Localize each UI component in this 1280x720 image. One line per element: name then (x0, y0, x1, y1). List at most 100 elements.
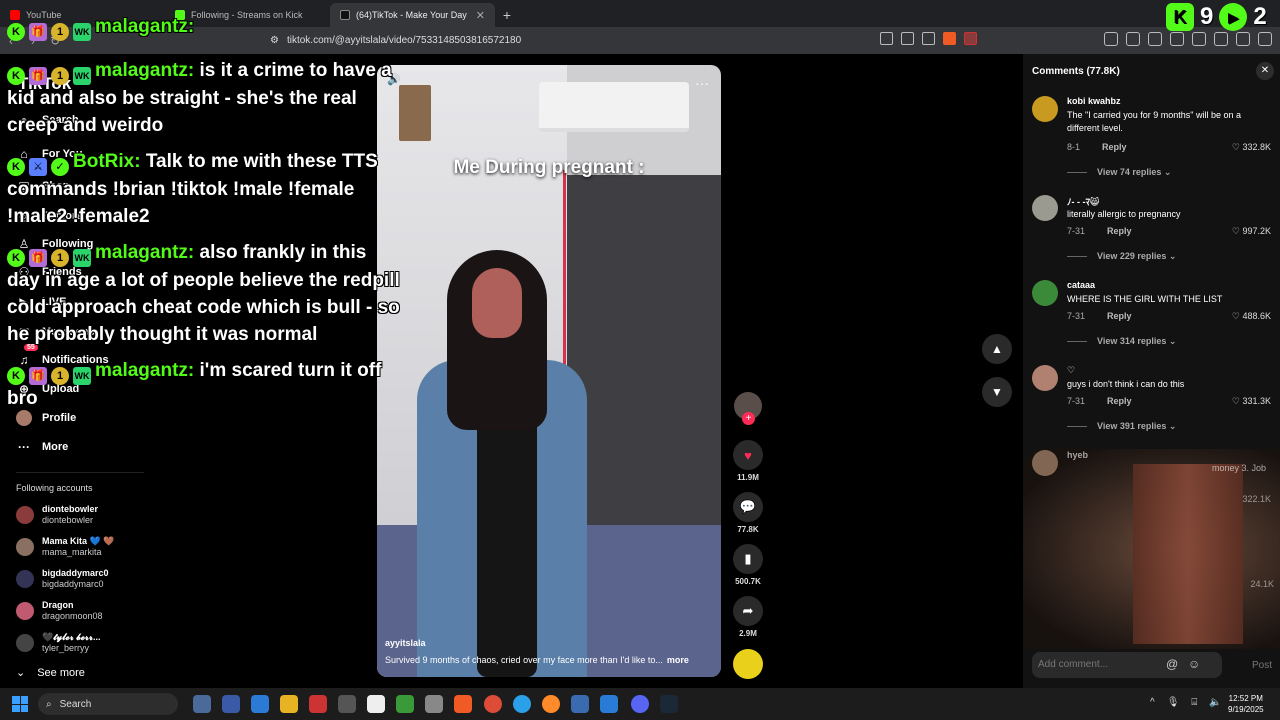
leo-icon[interactable] (1214, 32, 1228, 46)
comment-likes[interactable]: 322.1K (1242, 494, 1271, 504)
view-replies-button[interactable]: View 391 replies ⌄ (1067, 421, 1176, 432)
screen: YouTube Following - Streams on Kick (64)… (0, 0, 1280, 720)
sidebar-item-profile[interactable]: Profile (16, 410, 76, 426)
video-player[interactable]: 🔊 ··· Me During pregnant : ayyitslala Su… (377, 65, 721, 677)
app-icon[interactable] (309, 695, 327, 713)
video-username[interactable]: ayyitslala (385, 638, 426, 648)
comment-user[interactable]: ♡ (1067, 365, 1075, 376)
rewards-icon[interactable] (964, 32, 977, 45)
chrome-icon[interactable] (484, 695, 502, 713)
follow-plus-icon[interactable]: + (742, 412, 755, 425)
comment-user[interactable]: hyeb (1067, 450, 1088, 460)
avatar (16, 538, 34, 556)
comment-likes[interactable]: ♡ 332.8K (1232, 142, 1271, 153)
taskbar-search[interactable]: ⌕ Search (38, 693, 178, 715)
firefox-icon[interactable] (542, 695, 560, 713)
wk-badge-icon: WK (73, 249, 91, 267)
discord-icon[interactable] (631, 695, 649, 713)
chat-username: malagantz: (95, 60, 195, 81)
avatar[interactable] (1032, 280, 1058, 306)
video-caption: Survived 9 months of chaos, cried over m… (385, 655, 689, 665)
save-button[interactable]: ▮ 500.7K (733, 544, 763, 586)
comment-likes[interactable]: ♡ 997.2K (1232, 226, 1271, 237)
steam-icon[interactable] (660, 695, 678, 713)
next-video-button[interactable]: ▼ (982, 377, 1012, 407)
author-avatar[interactable]: + (733, 392, 763, 425)
reply-button[interactable]: Reply (1107, 396, 1132, 406)
taskbar-clock[interactable]: 12:52 PM 9/19/2025 (1228, 693, 1264, 715)
edge-icon[interactable] (513, 695, 531, 713)
comment-user[interactable]: cataaa (1067, 280, 1095, 290)
close-icon[interactable]: ✕ (1256, 62, 1274, 80)
comment-user[interactable]: ﾉ- - -ﾏ😸 (1067, 195, 1099, 208)
comment-button[interactable]: 💬 77.8K (733, 492, 763, 534)
music-disc-icon[interactable] (733, 649, 763, 679)
chevron-up-icon: ▲ (991, 342, 1003, 356)
no-tracking-icon[interactable] (880, 32, 893, 45)
mic-icon[interactable]: 🎙 (1167, 697, 1180, 708)
mention-icon[interactable]: @ (1166, 657, 1178, 671)
following-account[interactable]: Dragon dragonmoon08 (16, 600, 103, 622)
following-account[interactable]: bigdaddymarc0 bigdaddymarc0 (16, 568, 109, 590)
app-icon[interactable] (367, 695, 385, 713)
comment-likes[interactable]: ♡ 488.6K (1232, 311, 1271, 322)
cast-icon[interactable] (901, 32, 914, 45)
app-icon[interactable] (338, 695, 356, 713)
brave-icon[interactable] (454, 695, 472, 713)
wk-badge-icon: WK (73, 23, 91, 41)
comment-user[interactable]: kobi kwahbz (1067, 96, 1121, 106)
network-icon[interactable]: ⌸ (1191, 697, 1197, 708)
comment-text: literally allergic to pregnancy (1067, 209, 1181, 219)
sidebar-item-more[interactable]: ··· More (16, 439, 68, 455)
view-replies-button[interactable]: View 314 replies ⌄ (1067, 336, 1176, 347)
comment-likes[interactable]: ♡ 331.3K (1232, 396, 1271, 407)
reply-button[interactable]: Reply (1102, 142, 1127, 152)
chevron-up-icon[interactable]: ^ (1150, 697, 1155, 708)
share-icon[interactable] (922, 32, 935, 45)
avatar[interactable] (1032, 195, 1058, 221)
post-button[interactable]: Post (1252, 660, 1272, 671)
app-icon[interactable] (251, 695, 269, 713)
like-button[interactable]: ♥ 11.9M (733, 440, 763, 482)
extensions-icon[interactable] (1104, 32, 1118, 46)
sidebar-icon[interactable] (1170, 32, 1184, 46)
more-options-icon[interactable]: ··· (695, 75, 709, 91)
app-icon[interactable] (571, 695, 589, 713)
vpn-icon[interactable] (1236, 32, 1250, 46)
chat-username: malagantz: (95, 16, 195, 37)
chat-overlay-top: K 🎁 1 WK malagantz: (7, 13, 407, 41)
avatar[interactable] (1032, 365, 1058, 391)
app-icon[interactable] (396, 695, 414, 713)
share-button[interactable]: ➦ 2.9M (733, 596, 763, 638)
comment-likes[interactable]: 24.1K (1250, 579, 1274, 589)
chat-username: malagantz: (95, 242, 195, 263)
wallet-icon[interactable] (1126, 32, 1140, 46)
volume-icon[interactable]: 🔈 (1209, 697, 1221, 708)
avatar[interactable] (1032, 96, 1058, 122)
following-account[interactable]: diontebowler diontebowler (16, 504, 98, 526)
reply-button[interactable]: Reply (1107, 311, 1132, 321)
caption-more-link[interactable]: more (667, 655, 689, 665)
new-tab-button[interactable]: + (495, 3, 519, 27)
following-account[interactable]: Mama Kita 💙 🤎 mama_markita (16, 536, 114, 558)
view-replies-button[interactable]: View 74 replies ⌄ (1067, 167, 1171, 178)
app-icon[interactable] (222, 695, 240, 713)
see-more-button[interactable]: ⌄ See more (16, 666, 85, 680)
app-icon[interactable] (193, 695, 211, 713)
close-tab-icon[interactable]: ✕ (476, 9, 485, 22)
vscode-icon[interactable] (600, 695, 618, 713)
folder-icon[interactable] (280, 695, 298, 713)
avatar[interactable] (1032, 450, 1058, 476)
app-icon[interactable] (425, 695, 443, 713)
emoji-icon[interactable]: ☺ (1188, 657, 1200, 671)
music-icon[interactable] (1148, 32, 1162, 46)
reply-button[interactable]: Reply (1107, 226, 1132, 236)
previous-video-button[interactable]: ▲ (982, 334, 1012, 364)
following-account[interactable]: 🖤𝓽𝔂𝓵𝓮𝓻 𝓫𝓮𝓻𝓻... tyler_berryy (16, 632, 101, 654)
wallet2-icon[interactable] (1192, 32, 1206, 46)
windows-start-icon[interactable] (12, 696, 28, 712)
menu-icon[interactable] (1258, 32, 1272, 46)
brave-shield-icon[interactable] (943, 32, 956, 45)
kick-badge-icon: K (7, 158, 25, 176)
view-replies-button[interactable]: View 229 replies ⌄ (1067, 251, 1176, 262)
